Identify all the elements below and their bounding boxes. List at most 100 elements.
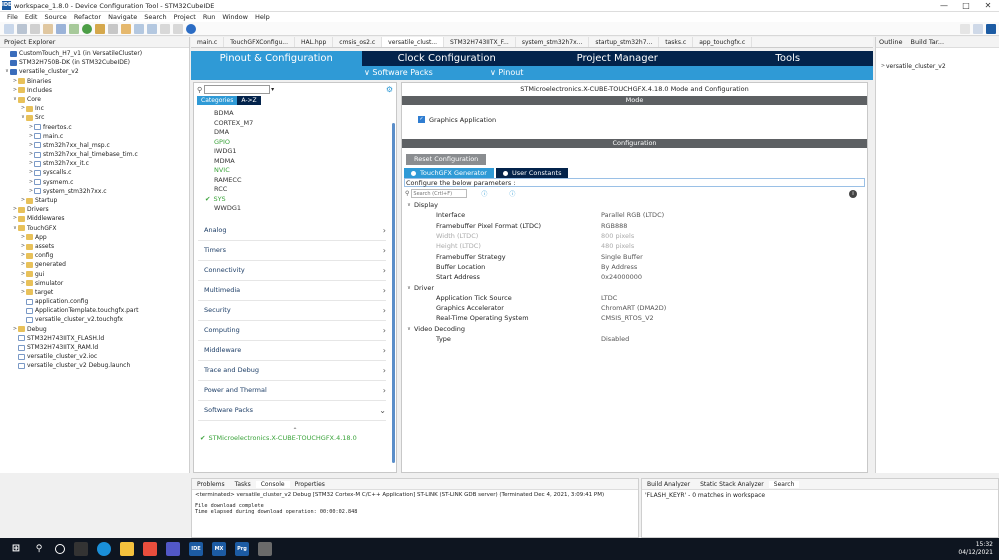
chrome-icon[interactable] <box>143 542 157 556</box>
editor-tab[interactable]: app_touchgfx.c <box>693 37 753 47</box>
tree-item[interactable]: > target <box>0 288 189 297</box>
category-search-input[interactable] <box>204 85 271 94</box>
search-icon[interactable]: ⚲ <box>32 542 46 556</box>
info-icon[interactable] <box>186 23 196 34</box>
peripheral-item[interactable]: RCC <box>194 185 396 195</box>
tree-item[interactable]: > freertos.c <box>0 123 189 132</box>
task-view-icon[interactable] <box>74 542 88 556</box>
software-pack-item[interactable]: ✔ STMicroelectronics.X-CUBE-TOUCHGFX.4.1… <box>194 434 396 444</box>
tree-item[interactable]: CustomTouch_H7_v1 (in VersatileCluster) <box>0 49 189 58</box>
peripheral-item[interactable]: ✔ SYS <box>194 195 396 205</box>
properties-tab[interactable]: Properties <box>290 481 330 488</box>
menu-help[interactable]: Help <box>255 12 270 22</box>
parameter-row[interactable]: Start Address 0x24000000 <box>402 272 867 282</box>
menu-refactor[interactable]: Refactor <box>74 12 101 22</box>
stm32cubemx-icon[interactable]: MX <box>212 542 226 556</box>
tree-item[interactable]: > sysmem.c <box>0 178 189 187</box>
editor-tab[interactable]: system_stm32h7x... <box>516 37 590 47</box>
editor-tab[interactable]: tasks.c <box>659 37 694 47</box>
parameter-row[interactable]: Framebuffer Pixel Format (LTDC) RGB888 <box>402 221 867 231</box>
peripheral-item[interactable]: IWDG1 <box>194 147 396 157</box>
graphics-app-checkbox[interactable]: ✓ <box>418 116 425 123</box>
cortana-icon[interactable] <box>55 544 65 554</box>
tree-item[interactable]: STM32H750B-DK (in STM32CubeIDE) <box>0 58 189 67</box>
tree-item[interactable]: versatile_cluster_v2.touchgfx <box>0 315 189 324</box>
save-icon[interactable] <box>17 23 27 34</box>
parameter-row[interactable]: Interface Parallel RGB (LTDC) <box>402 210 867 220</box>
category-group[interactable]: Software Packs ⌄ <box>198 401 386 421</box>
tree-item[interactable]: ∨ TouchGFX <box>0 224 189 233</box>
tree-item[interactable]: application.config <box>0 297 189 306</box>
perspective-icon[interactable] <box>973 23 983 34</box>
editor-tab[interactable]: cmsis_os2.c <box>333 37 383 47</box>
system-clock[interactable]: 15:32 04/12/2021 <box>958 541 993 557</box>
parameter-group[interactable]: ∨ Video Decoding <box>402 324 867 334</box>
tree-item[interactable]: > Drivers <box>0 205 189 214</box>
chevron-down-icon[interactable]: ▾ <box>271 86 274 93</box>
external-tools-icon[interactable] <box>95 23 105 34</box>
menu-search[interactable]: Search <box>144 12 166 22</box>
tree-item[interactable]: > syscalls.c <box>0 168 189 177</box>
tree-item[interactable]: ∨ versatile_cluster_v2 <box>0 67 189 76</box>
category-group[interactable]: Middleware › <box>198 341 386 361</box>
tree-item[interactable]: > system_stm32h7xx.c <box>0 187 189 196</box>
parameter-row[interactable]: Height (LTDC) 480 pixels <box>402 241 867 251</box>
tree-item[interactable]: > stm32h7xx_it.c <box>0 159 189 168</box>
info-icon[interactable]: i <box>849 189 857 198</box>
category-scrollbar[interactable] <box>392 123 395 463</box>
tree-item[interactable]: > Inc <box>0 104 189 113</box>
menu-run[interactable]: Run <box>203 12 215 22</box>
peripheral-item[interactable]: GPIO <box>194 138 396 148</box>
tree-item[interactable]: ∨ Src <box>0 113 189 122</box>
open-folder-icon[interactable] <box>121 23 131 34</box>
category-group[interactable]: Security › <box>198 301 386 321</box>
problems-tab[interactable]: Problems <box>192 481 230 488</box>
search-next-icon[interactable]: ⓘ <box>509 189 515 198</box>
tree-item[interactable]: > Binaries <box>0 77 189 86</box>
tree-item[interactable]: > config <box>0 251 189 260</box>
software-packs-menu[interactable]: ∨ Software Packs <box>364 66 490 80</box>
build-icon[interactable] <box>43 23 53 34</box>
tab-clock-configuration[interactable]: Clock Configuration <box>362 51 533 66</box>
gear-icon[interactable]: ⚙ <box>386 85 393 94</box>
category-group[interactable]: Computing › <box>198 321 386 341</box>
peripheral-item[interactable]: RAMECC <box>194 176 396 186</box>
parameter-row[interactable]: Type Disabled <box>402 334 867 344</box>
editor-tab[interactable]: TouchGFXConfigu... <box>224 37 295 47</box>
menu-file[interactable]: File <box>7 12 18 22</box>
category-group[interactable]: Multimedia › <box>198 281 386 301</box>
peripheral-item[interactable]: CORTEX_M7 <box>194 119 396 129</box>
back-icon[interactable] <box>160 23 170 34</box>
category-group[interactable]: Connectivity › <box>198 261 386 281</box>
parameter-search-input[interactable] <box>411 189 468 198</box>
minimize-button[interactable]: — <box>933 0 955 12</box>
outline-tab[interactable]: Outline <box>879 37 903 48</box>
teams-icon[interactable] <box>166 542 180 556</box>
category-group[interactable]: Power and Thermal › <box>198 381 386 401</box>
menu-navigate[interactable]: Navigate <box>108 12 137 22</box>
tree-item[interactable]: > stm32h7xx_hal_msp.c <box>0 141 189 150</box>
tree-item[interactable]: ∨ Core <box>0 95 189 104</box>
category-group[interactable]: Analog › <box>198 221 386 241</box>
menu-window[interactable]: Window <box>222 12 248 22</box>
close-button[interactable]: ✕ <box>977 0 999 12</box>
parameter-row[interactable]: Buffer Location By Address <box>402 262 867 272</box>
file-explorer-icon[interactable] <box>120 542 134 556</box>
menu-project[interactable]: Project <box>174 12 196 22</box>
search-tab[interactable]: Search <box>768 480 800 488</box>
peripheral-item[interactable]: WWDG1 <box>194 204 396 214</box>
tree-item[interactable]: > gui <box>0 270 189 279</box>
tab-tools[interactable]: Tools <box>703 51 874 66</box>
tasks-tab[interactable]: Tasks <box>230 481 256 488</box>
tree-item[interactable]: > Startup <box>0 196 189 205</box>
parameter-row[interactable]: Application Tick Source LTDC <box>402 293 867 303</box>
editor-tab[interactable]: HAL.hpp <box>295 37 334 47</box>
edge-icon[interactable] <box>97 542 111 556</box>
tree-item[interactable]: > App <box>0 233 189 242</box>
stm32cubeide-icon[interactable]: IDE <box>189 542 203 556</box>
tab-project-manager[interactable]: Project Manager <box>532 51 703 66</box>
parameter-group[interactable]: ∨ Display <box>402 200 867 210</box>
editor-tab[interactable]: main.c <box>191 37 225 47</box>
tree-item[interactable]: > main.c <box>0 132 189 141</box>
tree-item[interactable]: > generated <box>0 260 189 269</box>
